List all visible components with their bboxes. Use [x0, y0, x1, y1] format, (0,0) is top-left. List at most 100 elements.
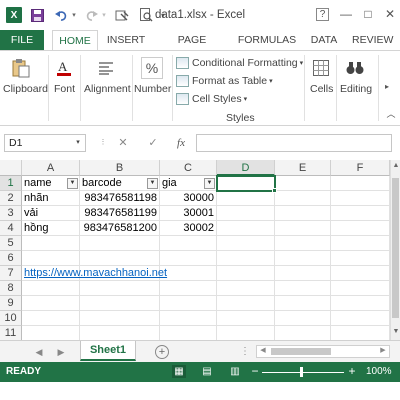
grid-cell[interactable] — [217, 311, 275, 326]
cell-b3[interactable]: 983476581199 — [80, 206, 160, 221]
grid-cell[interactable] — [217, 251, 275, 266]
grid-cell[interactable] — [275, 326, 331, 340]
tab-page-layout[interactable]: PAGE LAYOUT — [156, 30, 228, 66]
grid-cell[interactable] — [275, 311, 331, 326]
grid-cell[interactable] — [331, 311, 390, 326]
grid-cell[interactable] — [22, 311, 80, 326]
grid-cell[interactable] — [331, 251, 390, 266]
row-header-6[interactable]: 6 — [0, 251, 22, 266]
insert-function-icon[interactable]: fx — [172, 134, 190, 152]
grid-cell[interactable] — [275, 251, 331, 266]
normal-view-icon[interactable]: ▦ — [172, 365, 186, 378]
scroll-down-icon[interactable]: ▼ — [391, 328, 400, 340]
tab-home[interactable]: HOME — [52, 30, 98, 50]
grid-cell[interactable] — [217, 191, 275, 206]
grid-cell[interactable] — [160, 296, 217, 311]
formula-input[interactable] — [196, 134, 392, 152]
grid-cell[interactable] — [217, 206, 275, 221]
worksheet-grid[interactable]: A B C D E F 1 2 3 4 5 6 7 8 9 10 11 name… — [0, 160, 400, 340]
row-header-9[interactable]: 9 — [0, 296, 22, 311]
tab-file[interactable]: FILE — [0, 30, 44, 50]
grid-cell[interactable] — [331, 176, 390, 191]
grid-cell[interactable] — [217, 176, 275, 191]
conditional-formatting-button[interactable]: Conditional Formatting ▾ — [176, 55, 303, 71]
scroll-right-icon[interactable]: ▶ — [377, 345, 389, 357]
column-header-e[interactable]: E — [275, 160, 331, 176]
restore-button[interactable]: □ — [360, 6, 376, 22]
grid-cell[interactable] — [275, 236, 331, 251]
fill-handle[interactable] — [272, 188, 277, 193]
tab-review[interactable]: REVIEW — [352, 30, 400, 50]
grid-cell[interactable] — [275, 221, 331, 236]
row-header-2[interactable]: 2 — [0, 191, 22, 206]
header-cell-gia[interactable]: gia ▼ — [160, 176, 217, 191]
cell-b4[interactable]: 983476581200 — [80, 221, 160, 236]
column-header-b[interactable]: B — [80, 160, 160, 176]
tab-data[interactable]: DATA — [306, 30, 342, 50]
grid-cell[interactable] — [331, 221, 390, 236]
grid-cell[interactable] — [217, 281, 275, 296]
grid-cell[interactable] — [331, 191, 390, 206]
sheet-tab-sheet1[interactable]: Sheet1 — [80, 341, 136, 361]
format-as-table-button[interactable]: Format as Table ▾ — [176, 73, 273, 89]
grid-cell[interactable] — [160, 311, 217, 326]
zoom-slider-thumb[interactable] — [300, 367, 303, 377]
tab-formulas[interactable]: FORMULAS — [236, 30, 298, 50]
scroll-up-icon[interactable]: ▲ — [391, 162, 400, 174]
grid-cell[interactable] — [160, 251, 217, 266]
scroll-left-icon[interactable]: ◀ — [257, 345, 269, 357]
row-header-4[interactable]: 4 — [0, 221, 22, 236]
row-header-3[interactable]: 3 — [0, 206, 22, 221]
help-button[interactable]: ? — [316, 8, 329, 21]
cell-styles-button[interactable]: Cell Styles ▾ — [176, 91, 247, 107]
add-sheet-button[interactable]: + — [155, 345, 169, 359]
vertical-scrollbar[interactable]: ▲ ▼ — [390, 160, 400, 340]
row-header-5[interactable]: 5 — [0, 236, 22, 251]
grid-cell[interactable] — [80, 311, 160, 326]
zoom-in-button[interactable]: + — [347, 365, 357, 378]
sheet-next-icon[interactable]: ▶ — [54, 345, 68, 359]
row-header-1[interactable]: 1 — [0, 176, 22, 191]
row-header-8[interactable]: 8 — [0, 281, 22, 296]
grid-cell[interactable] — [22, 326, 80, 340]
grid-cell[interactable] — [160, 266, 217, 281]
cancel-icon[interactable]: ✕ — [114, 134, 132, 152]
formula-options-icon[interactable]: ⋮ — [94, 134, 112, 152]
cell-a2[interactable]: nhãn — [22, 191, 80, 206]
column-header-c[interactable]: C — [160, 160, 217, 176]
header-cell-barcode[interactable]: barcode ▼ — [80, 176, 160, 191]
font-group[interactable]: A Font — [50, 51, 78, 125]
clipboard-group[interactable]: Clipboard — [0, 51, 48, 125]
grid-cell[interactable] — [331, 266, 390, 281]
select-all-corner[interactable] — [0, 160, 22, 176]
grid-cell[interactable] — [217, 266, 275, 281]
vertical-scroll-thumb[interactable] — [392, 178, 399, 318]
close-button[interactable]: ✕ — [382, 6, 398, 22]
row-header-7[interactable]: 7 — [0, 266, 22, 281]
grid-cell[interactable] — [22, 281, 80, 296]
grid-cell[interactable] — [331, 281, 390, 296]
tab-split-handle-icon[interactable]: ⋮ — [238, 345, 252, 359]
minimize-button[interactable]: — — [338, 6, 354, 22]
ribbon-scroll-right-icon[interactable]: ▸ — [382, 81, 392, 91]
grid-cell[interactable] — [80, 251, 160, 266]
grid-cell[interactable] — [217, 326, 275, 340]
horizontal-scrollbar[interactable]: ◀ ▶ — [256, 345, 390, 358]
page-layout-view-icon[interactable]: ▤ — [200, 365, 214, 378]
column-header-a[interactable]: A — [22, 160, 80, 176]
grid-cell[interactable] — [275, 206, 331, 221]
grid-cell[interactable] — [275, 266, 331, 281]
grid-cell[interactable] — [22, 296, 80, 311]
zoom-out-button[interactable]: − — [250, 365, 260, 378]
zoom-level[interactable]: 100% — [366, 366, 392, 377]
grid-cell[interactable] — [275, 191, 331, 206]
cell-b2[interactable]: 983476581198 — [80, 191, 160, 206]
editing-group[interactable]: Editing — [338, 51, 372, 125]
grid-cell[interactable] — [160, 236, 217, 251]
grid-cell[interactable] — [275, 176, 331, 191]
filter-dropdown-icon[interactable]: ▼ — [147, 178, 158, 189]
grid-cell[interactable] — [160, 281, 217, 296]
alignment-group[interactable]: Alignment — [82, 51, 131, 125]
grid-cell[interactable] — [160, 326, 217, 340]
grid-cell[interactable] — [22, 236, 80, 251]
